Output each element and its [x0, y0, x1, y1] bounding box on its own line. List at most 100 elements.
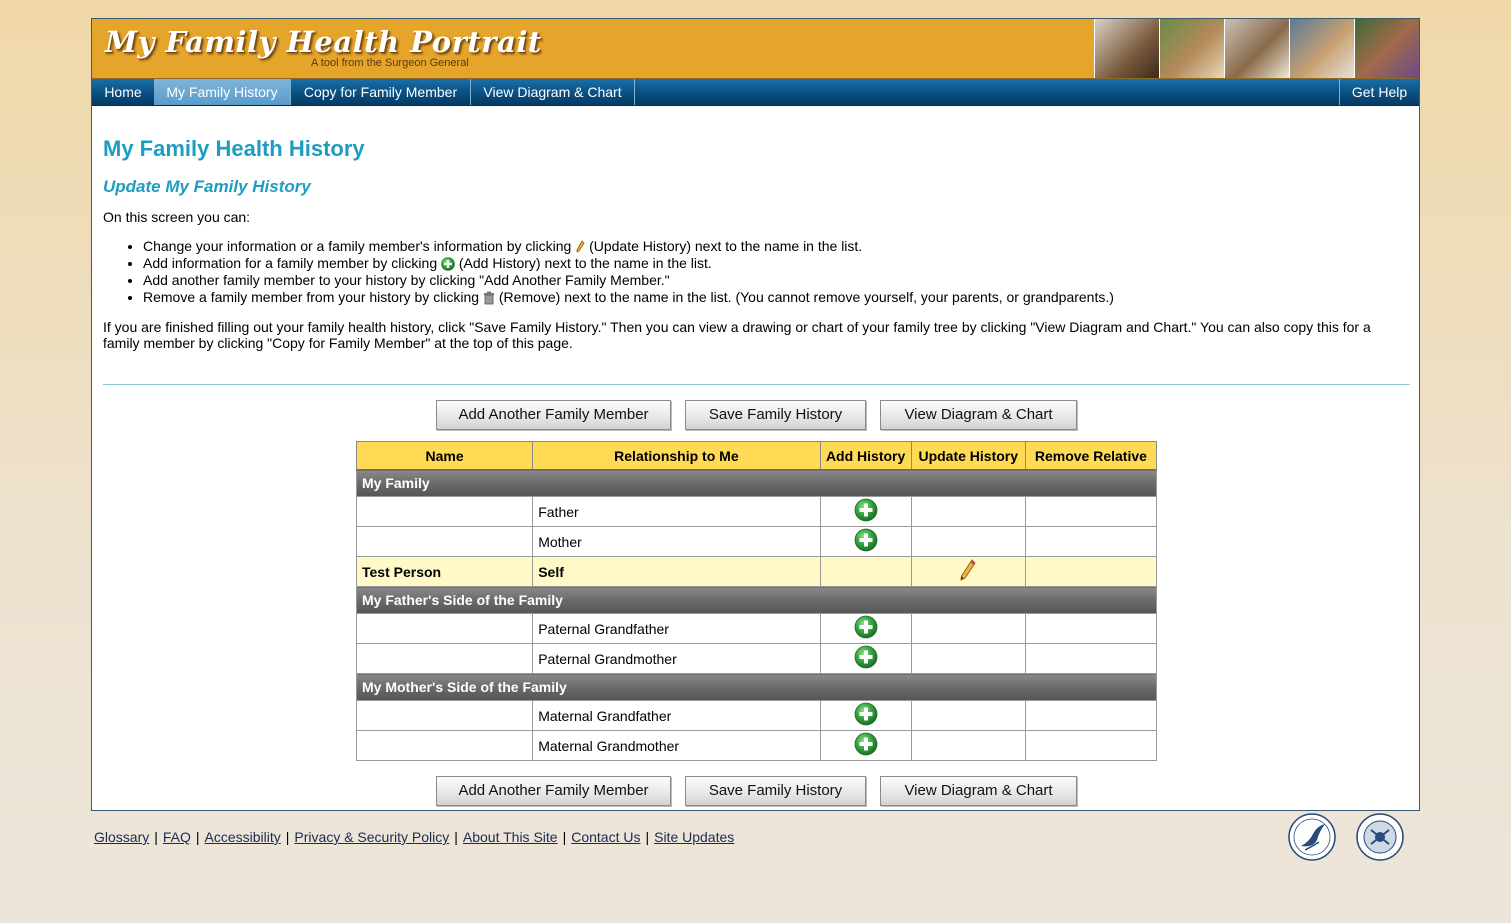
- group-label: My Family: [356, 469, 1157, 497]
- footer-separator: |: [285, 829, 290, 845]
- view-diagram-chart-button[interactable]: View Diagram & Chart: [880, 400, 1077, 430]
- footer-link-contact[interactable]: Contact Us: [571, 829, 640, 845]
- add-history-icon[interactable]: [854, 732, 878, 756]
- update-history-cell: [910, 496, 1026, 527]
- add-history-cell: [819, 496, 912, 527]
- footer-link-faq[interactable]: FAQ: [163, 829, 191, 845]
- nav-my-family-history[interactable]: My Family History: [154, 79, 291, 105]
- group-label: My Mother's Side of the Family: [356, 673, 1157, 701]
- footer-link-privacy[interactable]: Privacy & Security Policy: [294, 829, 449, 845]
- group-row-my-family: My Family: [356, 469, 1157, 497]
- add-history-icon[interactable]: [854, 615, 878, 639]
- relationship-cell: Maternal Grandmother: [532, 730, 821, 761]
- main-nav: Home My Family History Copy for Family M…: [92, 79, 1419, 106]
- relationship-cell: Self: [532, 556, 821, 587]
- table-header-row: Name Relationship to Me Add History Upda…: [355, 441, 1158, 470]
- add-history-cell: [819, 730, 912, 761]
- footer-separator: |: [195, 829, 200, 845]
- group-row-fathers-side: My Father's Side of the Family: [356, 586, 1157, 614]
- relationship-cell: Maternal Grandfather: [532, 700, 821, 731]
- bullet-text: Change your information or a family memb…: [143, 238, 572, 254]
- update-history-cell: [910, 526, 1026, 557]
- intro-text: On this screen you can:: [103, 209, 251, 225]
- name-cell: Test Person: [355, 556, 534, 587]
- add-history-icon[interactable]: [854, 498, 878, 522]
- main-frame: My Family Health Portrait A tool from th…: [91, 18, 1420, 811]
- footer-link-about[interactable]: About This Site: [463, 829, 558, 845]
- column-header-name: Name: [355, 441, 534, 470]
- footer-link-updates[interactable]: Site Updates: [654, 829, 734, 845]
- nav-get-help[interactable]: Get Help: [1339, 79, 1419, 105]
- bullet-text: Add another family member to your histor…: [143, 272, 670, 288]
- remove-relative-cell: [1024, 700, 1158, 731]
- name-cell: [355, 613, 534, 644]
- add-family-member-button[interactable]: Add Another Family Member: [436, 400, 671, 430]
- bullet-text: (Update History) next to the name in the…: [589, 238, 863, 254]
- bullet-text: Add information for a family member by c…: [143, 255, 438, 271]
- table-row: Paternal Grandfather: [355, 613, 1158, 644]
- update-history-cell: [910, 613, 1026, 644]
- trash-icon: [484, 291, 494, 305]
- save-family-history-button[interactable]: Save Family History: [685, 400, 866, 430]
- update-history-cell: [910, 556, 1026, 587]
- table-row: Maternal Grandmother: [355, 730, 1158, 761]
- table-row: Mother: [355, 526, 1158, 557]
- banner-photo: [1354, 19, 1419, 78]
- add-history-icon[interactable]: [854, 528, 878, 552]
- banner-photo-strip: [1094, 19, 1419, 78]
- hhs-seal-icon[interactable]: [1287, 812, 1337, 862]
- site-banner: My Family Health Portrait A tool from th…: [92, 19, 1419, 79]
- add-history-cell: [819, 700, 912, 731]
- nav-copy-for-family-member[interactable]: Copy for Family Member: [291, 79, 471, 105]
- footer-separator: |: [454, 829, 458, 845]
- column-header-add-history: Add History: [819, 441, 912, 470]
- banner-photo: [1289, 19, 1354, 78]
- bullet-text: (Add History) next to the name in the li…: [458, 255, 712, 271]
- update-history-icon[interactable]: [958, 558, 978, 582]
- update-history-cell: [910, 643, 1026, 674]
- add-history-cell: [819, 643, 912, 674]
- name-cell: [355, 496, 534, 527]
- banner-photo: [1094, 19, 1159, 78]
- remove-relative-cell: [1024, 496, 1158, 527]
- column-header-update-history: Update History: [910, 441, 1026, 470]
- banner-photo: [1159, 19, 1224, 78]
- table-row: Father: [355, 496, 1158, 527]
- name-cell: [355, 526, 534, 557]
- relationship-cell: Father: [532, 496, 821, 527]
- bullet-text: Remove a family member from your history…: [143, 289, 480, 305]
- bottom-button-row: Add Another Family Member Save Family Hi…: [103, 776, 1410, 806]
- add-history-cell: [819, 613, 912, 644]
- footer-separator: |: [562, 829, 567, 845]
- add-history-icon[interactable]: [854, 645, 878, 669]
- public-health-service-seal-icon[interactable]: [1355, 812, 1405, 862]
- page-title: My Family Health History: [103, 136, 365, 161]
- nav-home[interactable]: Home: [92, 79, 155, 105]
- site-logo-subtitle: A tool from the Surgeon General: [311, 57, 469, 69]
- group-label: My Father's Side of the Family: [356, 586, 1157, 614]
- bullet-text: (Remove) next to the name in the list. (…: [498, 289, 1114, 305]
- nav-view-diagram-chart[interactable]: View Diagram & Chart: [471, 79, 635, 105]
- remove-relative-cell: [1024, 556, 1158, 587]
- view-diagram-chart-button[interactable]: View Diagram & Chart: [880, 776, 1077, 806]
- instructions-paragraph: If you are finished filling out your fam…: [103, 319, 1371, 351]
- list-item: Add information for a family member by c…: [143, 255, 1114, 272]
- add-family-member-button[interactable]: Add Another Family Member: [436, 776, 671, 806]
- update-history-cell: [910, 700, 1026, 731]
- save-family-history-button[interactable]: Save Family History: [685, 776, 866, 806]
- update-history-cell: [910, 730, 1026, 761]
- footer-link-accessibility[interactable]: Accessibility: [205, 829, 281, 845]
- list-item: Remove a family member from your history…: [143, 289, 1114, 306]
- pencil-icon: [576, 240, 585, 253]
- list-item: Change your information or a family memb…: [143, 238, 1114, 255]
- relationship-cell: Paternal Grandfather: [532, 613, 821, 644]
- list-item: Add another family member to your histor…: [143, 272, 1114, 289]
- site-logo-title[interactable]: My Family Health Portrait: [105, 25, 542, 59]
- banner-photo: [1224, 19, 1289, 78]
- remove-relative-cell: [1024, 730, 1158, 761]
- footer-link-glossary[interactable]: Glossary: [94, 829, 149, 845]
- column-header-relationship: Relationship to Me: [532, 441, 821, 470]
- add-history-cell: [819, 526, 912, 557]
- name-cell: [355, 730, 534, 761]
- add-history-icon[interactable]: [854, 702, 878, 726]
